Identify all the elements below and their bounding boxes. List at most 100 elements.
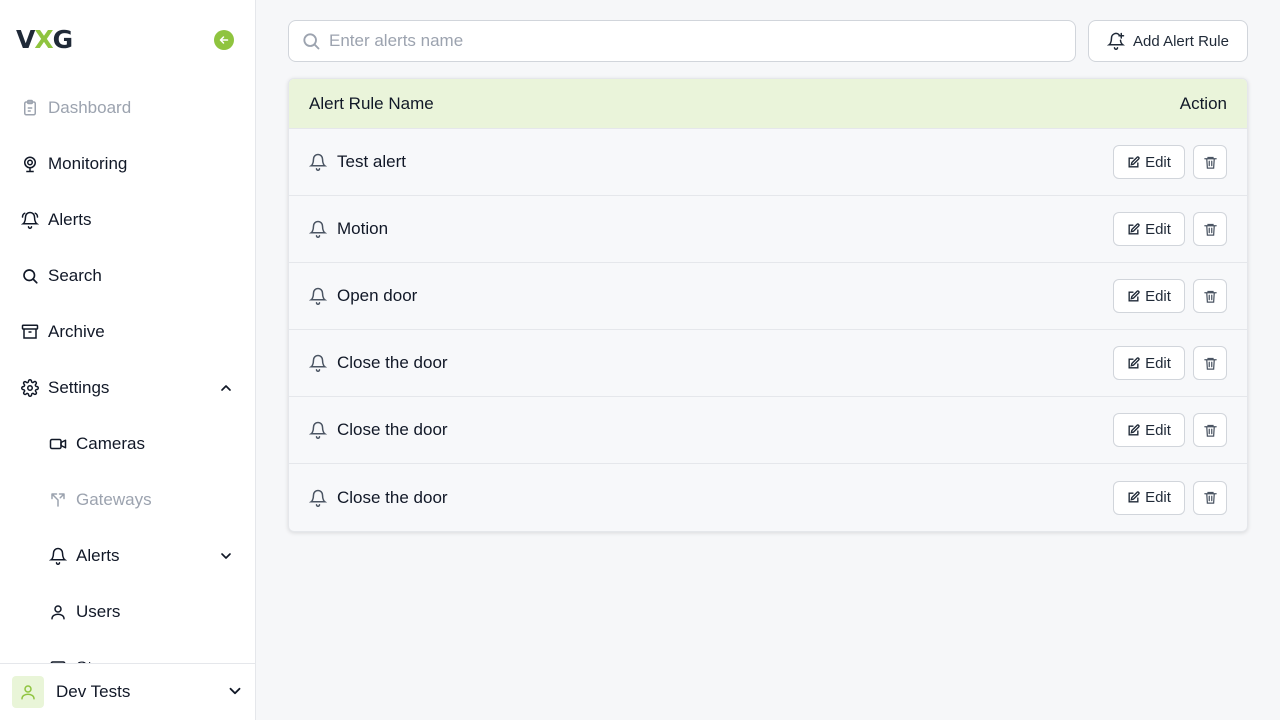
sidebar-item-label: Monitoring [48, 154, 128, 173]
gear-icon [20, 378, 40, 398]
sidebar-item-label: Dashboard [48, 98, 132, 117]
table-header: Alert Rule Name Action [289, 79, 1247, 129]
bell-icon [309, 421, 327, 439]
sidebar-item-monitoring[interactable]: Monitoring [0, 136, 255, 192]
edit-label: Edit [1145, 153, 1171, 171]
bell-icon [309, 489, 327, 507]
edit-button[interactable]: Edit [1113, 145, 1185, 179]
column-header-action: Action [1179, 93, 1227, 113]
edit-icon [1127, 423, 1140, 437]
edit-icon [1127, 222, 1140, 236]
edit-label: Edit [1145, 354, 1171, 372]
chevron-up-icon [216, 378, 236, 398]
clipboard-icon [20, 98, 40, 118]
edit-label: Edit [1145, 489, 1171, 506]
trash-icon [1203, 290, 1217, 303]
edit-label: Edit [1145, 421, 1171, 439]
collapse-sidebar-button[interactable] [214, 30, 234, 50]
sidebar-item-alert-settings[interactable]: Alerts [0, 528, 255, 584]
delete-button[interactable] [1193, 212, 1227, 246]
sidebar-item-settings[interactable]: Settings [0, 360, 255, 416]
alert-rule-name: Open door [337, 286, 418, 305]
edit-icon [1127, 155, 1140, 169]
trash-icon [1203, 156, 1217, 169]
chevron-down-icon [216, 546, 236, 566]
user-icon [21, 685, 35, 700]
sidebar-item-dashboard[interactable]: Dashboard [0, 80, 255, 136]
sidebar-item-cameras[interactable]: Cameras [0, 416, 255, 472]
delete-button[interactable] [1193, 145, 1227, 179]
delete-button[interactable] [1193, 413, 1227, 447]
delete-button[interactable] [1193, 480, 1227, 515]
bell-plus-icon [1107, 32, 1126, 50]
bell-icon [48, 546, 68, 566]
search-icon [303, 33, 320, 50]
sidebar: VXG Dashboard Monitoring Alerts Search A… [0, 0, 256, 720]
sidebar-item-users[interactable]: Users [0, 584, 255, 640]
alert-rules-table: Alert Rule Name Action Test alert Edit M… [288, 78, 1248, 532]
sidebar-item-alerts[interactable]: Alerts [0, 192, 255, 248]
trash-icon [1203, 357, 1217, 370]
bell-icon [309, 287, 327, 305]
search-input[interactable] [329, 31, 1029, 51]
edit-button[interactable]: Edit [1113, 346, 1185, 380]
arrow-left-icon [219, 36, 229, 44]
table-row: Close the door Edit [289, 330, 1247, 397]
trash-icon [1203, 223, 1217, 236]
sidebar-item-label: Users [76, 602, 121, 621]
search-bar [288, 20, 1076, 62]
column-header-name: Alert Rule Name [309, 93, 434, 113]
table-row: Test alert Edit [289, 129, 1247, 196]
alert-rule-name: Motion [337, 219, 389, 238]
logo: VXG [16, 25, 73, 54]
user-icon [48, 602, 68, 622]
sidebar-item-archive[interactable]: Archive [0, 304, 255, 360]
alert-rule-name: Close the door [337, 487, 448, 507]
trash-icon [1203, 491, 1217, 504]
avatar [12, 676, 44, 708]
table-row: Close the door Edit [289, 464, 1247, 531]
sidebar-item-label: Gateways [76, 490, 152, 509]
video-icon [48, 434, 68, 454]
main-nav: Dashboard Monitoring Alerts Search Archi… [0, 80, 255, 696]
edit-label: Edit [1145, 220, 1171, 238]
delete-button[interactable] [1193, 279, 1227, 313]
sidebar-item-label: Alerts [48, 210, 92, 229]
sidebar-item-search[interactable]: Search [0, 248, 255, 304]
bell-icon [309, 153, 327, 171]
sidebar-item-label: Search [48, 266, 102, 285]
logo-row: VXG [16, 26, 240, 54]
sidebar-item-label: Alerts [76, 546, 120, 565]
sidebar-item-label: Settings [48, 378, 110, 397]
fork-icon [48, 490, 68, 510]
edit-button[interactable]: Edit [1113, 480, 1185, 515]
sidebar-item-label: Cameras [76, 434, 145, 453]
trash-icon [1203, 424, 1217, 437]
table-row: Motion Edit [289, 196, 1247, 263]
edit-label: Edit [1145, 287, 1171, 305]
add-alert-rule-button[interactable]: Add Alert Rule [1088, 20, 1248, 62]
webcam-icon [20, 154, 40, 174]
sidebar-item-label: Archive [48, 322, 105, 341]
add-alert-rule-label: Add Alert Rule [1133, 32, 1229, 50]
delete-button[interactable] [1193, 346, 1227, 380]
bell-icon [309, 354, 327, 372]
search-icon [20, 266, 40, 286]
bell-ring-icon [20, 210, 40, 230]
archive-icon [20, 322, 40, 342]
edit-button[interactable]: Edit [1113, 212, 1185, 246]
user-menu[interactable]: Dev Tests [0, 663, 255, 720]
edit-icon [1127, 356, 1140, 370]
alert-rule-name: Test alert [337, 152, 406, 171]
table-row: Close the door Edit [289, 397, 1247, 464]
sidebar-item-gateways[interactable]: Gateways [0, 472, 255, 528]
edit-button[interactable]: Edit [1113, 279, 1185, 313]
bell-icon [309, 220, 327, 238]
edit-icon [1127, 289, 1140, 303]
user-name: Dev Tests [56, 682, 131, 701]
chevron-down-icon [226, 682, 244, 705]
table-row: Open door Edit [289, 263, 1247, 330]
edit-button[interactable]: Edit [1113, 413, 1185, 447]
alert-rule-name: Close the door [337, 353, 448, 372]
edit-icon [1127, 491, 1140, 504]
